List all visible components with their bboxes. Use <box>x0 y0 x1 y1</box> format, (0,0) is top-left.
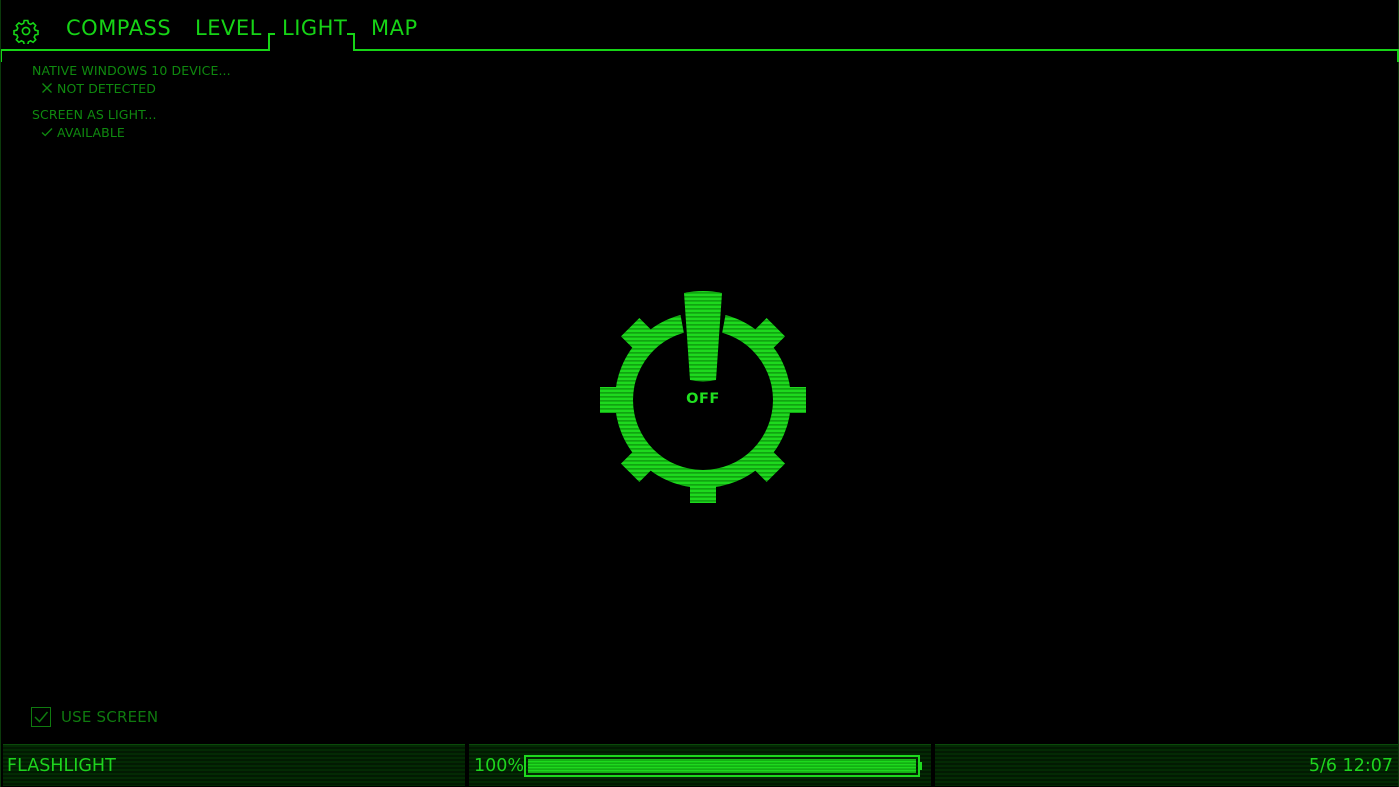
check-icon <box>34 711 49 723</box>
x-icon <box>42 83 52 93</box>
app-window: COMPASS LEVEL LIGHT MAP NATIVE WINDOWS 1… <box>0 0 1399 787</box>
tab-light[interactable]: LIGHT <box>282 16 347 46</box>
check-icon <box>41 128 53 137</box>
clock: 5/6 12:07 <box>1308 756 1393 776</box>
mode-label: FLASHLIGHT <box>7 756 116 776</box>
tab-level[interactable]: LEVEL <box>195 16 262 46</box>
tab-map[interactable]: MAP <box>371 16 418 46</box>
settings-button[interactable] <box>13 18 39 46</box>
checkbox-box[interactable] <box>31 707 51 727</box>
power-state-label: OFF <box>686 391 720 407</box>
native-device-status: NOT DETECTED <box>41 81 156 96</box>
native-device-value: NOT DETECTED <box>57 81 156 96</box>
battery-fill <box>528 759 916 773</box>
screen-light-status: AVAILABLE <box>41 125 125 140</box>
gear-icon <box>13 19 39 46</box>
battery-icon <box>524 755 922 777</box>
screen-light-value: AVAILABLE <box>57 125 125 140</box>
mode-panel: FLASHLIGHT <box>3 744 465 786</box>
tab-compass[interactable]: COMPASS <box>66 16 171 46</box>
battery-percent: 100% <box>474 756 525 776</box>
use-screen-checkbox[interactable]: USE SCREEN <box>31 706 158 728</box>
clock-panel: 5/6 12:07 <box>935 744 1398 786</box>
power-bar-icon <box>684 291 722 382</box>
top-nav: COMPASS LEVEL LIGHT MAP <box>1 0 1399 70</box>
native-device-title: NATIVE WINDOWS 10 DEVICE... <box>32 63 231 78</box>
screen-light-title: SCREEN AS LIGHT... <box>32 107 157 122</box>
use-screen-label: USE SCREEN <box>61 708 159 726</box>
battery-panel: 100% <box>469 744 931 786</box>
